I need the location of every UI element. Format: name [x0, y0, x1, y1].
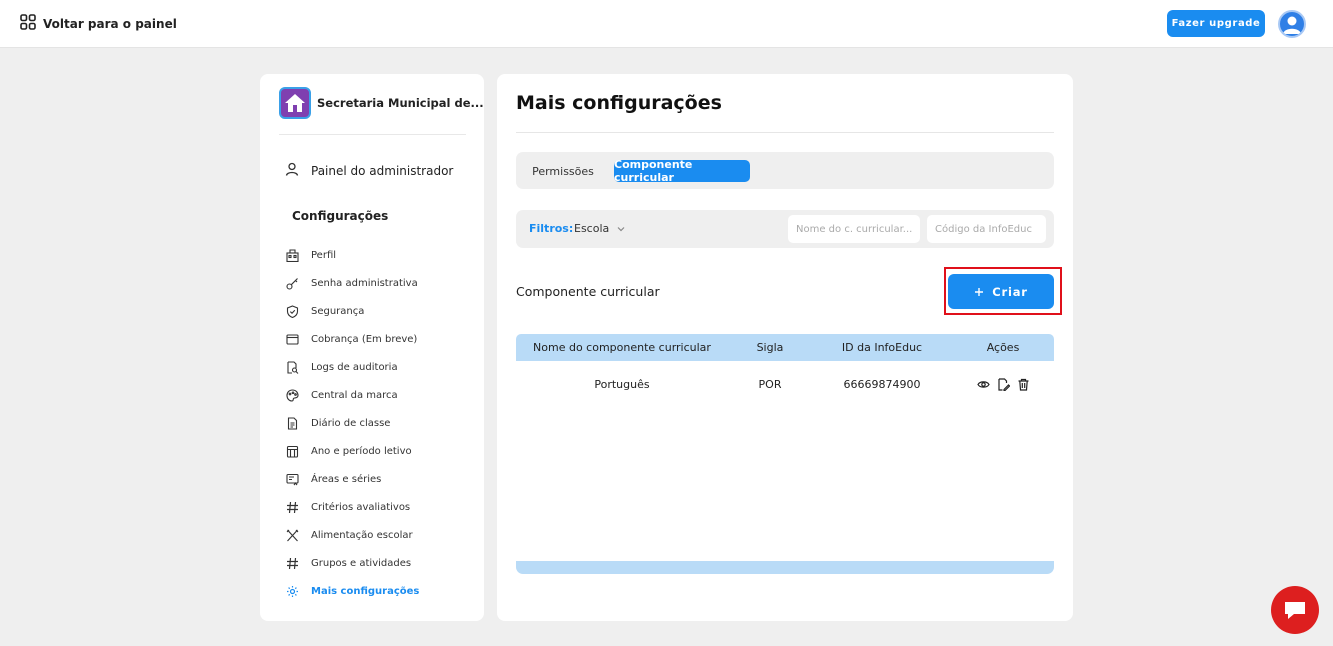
cell-infoeduc-id: 66669874900: [843, 377, 921, 391]
sidebar-item-seguranca[interactable]: Segurança: [285, 297, 475, 325]
sidebar-item-ano-periodo[interactable]: Ano e período letivo: [285, 437, 475, 465]
sidebar-item-label: Central da marca: [311, 389, 398, 401]
table-footer: [516, 561, 1054, 574]
delete-icon[interactable]: [1016, 377, 1030, 391]
shield-icon: [285, 304, 299, 318]
infoeduc-code-search-input[interactable]: [927, 215, 1046, 243]
gear-icon: [285, 584, 299, 598]
sidebar-item-perfil[interactable]: Perfil: [285, 241, 475, 269]
chat-button[interactable]: [1271, 586, 1319, 634]
building-icon: [285, 248, 299, 262]
home-icon: [285, 94, 305, 112]
column-header-actions: Ações: [986, 341, 1020, 354]
organization-header[interactable]: Secretaria Municipal de...: [279, 87, 484, 135]
back-link-label: Voltar para o painel: [43, 17, 177, 31]
audit-log-icon: [285, 360, 299, 374]
main-panel: Mais configurações Permissões Componente…: [497, 74, 1073, 621]
admin-panel-label: Painel do administrador: [311, 163, 454, 178]
divider: [516, 132, 1054, 133]
settings-sidebar: Secretaria Municipal de... Painel do adm…: [260, 74, 484, 621]
sidebar-item-label: Logs de auditoria: [311, 361, 398, 373]
create-button-label: Criar: [992, 284, 1028, 299]
settings-menu: Perfil Senha administrativa Segurança Co…: [285, 241, 475, 605]
school-filter-value: Escola: [574, 222, 610, 235]
cell-name: Português: [594, 377, 650, 391]
school-filter-select[interactable]: Escola: [574, 222, 625, 235]
edit-icon[interactable]: [996, 377, 1010, 391]
sidebar-item-label: Mais configurações: [311, 585, 420, 597]
sidebar-item-label: Alimentação escolar: [311, 529, 413, 541]
cell-actions: [952, 377, 1054, 391]
utensils-icon: [285, 528, 299, 542]
sidebar-item-label: Senha administrativa: [311, 277, 418, 289]
top-bar: Voltar para o painel Fazer upgrade: [0, 0, 1333, 48]
sidebar-item-label: Áreas e séries: [311, 473, 382, 485]
section-label: Componente curricular: [516, 284, 660, 299]
avatar[interactable]: [1278, 10, 1306, 38]
cell-sigla: POR: [758, 377, 782, 391]
table-header: Nome do componente curricular Sigla ID d…: [516, 334, 1054, 361]
view-icon[interactable]: [976, 377, 990, 391]
column-header-name: Nome do componente curricular: [533, 341, 711, 354]
hash-icon: [285, 500, 299, 514]
hash-icon: [285, 556, 299, 570]
create-button[interactable]: Criar: [948, 274, 1054, 309]
document-icon: [285, 416, 299, 430]
sidebar-item-alimentacao[interactable]: Alimentação escolar: [285, 521, 475, 549]
settings-section-title: Configurações: [292, 209, 389, 223]
upgrade-button[interactable]: Fazer upgrade: [1167, 10, 1265, 37]
tab-bar: Permissões Componente curricular: [516, 152, 1054, 189]
column-header-infoeduc-id: ID da InfoEduc: [841, 341, 923, 354]
sidebar-item-label: Diário de classe: [311, 417, 391, 429]
plus-icon: [975, 287, 984, 296]
filters-bar: Filtros: Escola: [516, 210, 1054, 248]
sidebar-item-label: Perfil: [311, 249, 337, 261]
sidebar-item-label: Critérios avaliativos: [311, 501, 411, 513]
filters-label: Filtros:: [529, 222, 574, 235]
user-avatar-icon: [1283, 16, 1301, 34]
sidebar-item-cobranca[interactable]: Cobrança (Em breve): [285, 325, 475, 353]
component-name-search-input[interactable]: [788, 215, 920, 243]
grid-icon: [20, 14, 36, 34]
key-icon: [285, 276, 299, 290]
chevron-down-icon: [617, 226, 625, 231]
organization-logo: [279, 87, 311, 119]
sidebar-item-label: Segurança: [311, 305, 365, 317]
areas-icon: [285, 472, 299, 486]
column-header-sigla: Sigla: [756, 341, 784, 354]
sidebar-item-diario[interactable]: Diário de classe: [285, 409, 475, 437]
admin-panel-link[interactable]: Painel do administrador: [285, 161, 453, 180]
sidebar-item-label: Ano e período letivo: [311, 445, 412, 457]
sidebar-item-grupos[interactable]: Grupos e atividades: [285, 549, 475, 577]
user-icon: [285, 161, 299, 180]
curricular-components-table: Nome do componente curricular Sigla ID d…: [516, 334, 1054, 407]
tab-permissoes[interactable]: Permissões: [526, 160, 600, 182]
organization-name: Secretaria Municipal de...: [317, 96, 484, 110]
sidebar-item-label: Cobrança (Em breve): [311, 333, 418, 345]
tab-componente-curricular[interactable]: Componente curricular: [614, 158, 750, 184]
sidebar-item-criterios[interactable]: Critérios avaliativos: [285, 493, 475, 521]
palette-icon: [285, 388, 299, 402]
sidebar-item-label: Grupos e atividades: [311, 557, 412, 569]
sidebar-item-logs[interactable]: Logs de auditoria: [285, 353, 475, 381]
sidebar-item-mais-configuracoes[interactable]: Mais configurações: [285, 577, 475, 605]
sidebar-item-areas-series[interactable]: Áreas e séries: [285, 465, 475, 493]
card-icon: [285, 332, 299, 346]
page-title: Mais configurações: [516, 92, 722, 114]
chat-bubble-icon: [1285, 602, 1305, 619]
back-to-dashboard-link[interactable]: Voltar para o painel: [20, 14, 177, 34]
sidebar-item-senha[interactable]: Senha administrativa: [285, 269, 475, 297]
sidebar-item-marca[interactable]: Central da marca: [285, 381, 475, 409]
calendar-icon: [285, 444, 299, 458]
table-row: Português POR 66669874900: [516, 361, 1054, 407]
